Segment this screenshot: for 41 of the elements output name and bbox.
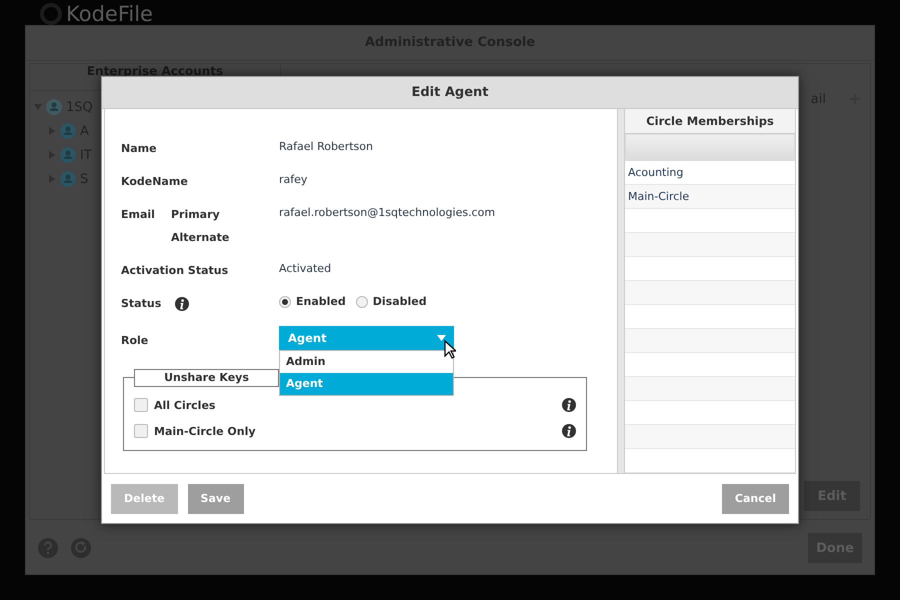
role-dropdown[interactable]: Agent: [279, 326, 454, 350]
field-label: Primary: [170, 208, 221, 221]
info-icon: [562, 424, 576, 438]
field-label: KodeName: [121, 175, 188, 188]
radio-button[interactable]: [279, 296, 291, 308]
radio-option[interactable]: Disabled: [356, 295, 427, 308]
menu-item[interactable]: Admin: [280, 351, 453, 373]
field-value: rafael.robertson@1sqtechnologies.com: [279, 206, 496, 219]
group-icon: [60, 123, 76, 139]
radio-label: Disabled: [372, 295, 427, 308]
field-label: Status: [121, 297, 162, 310]
checkbox-label: Main-Circle Only: [154, 424, 256, 438]
action-button[interactable]: Save: [188, 484, 244, 514]
field-label: Role: [121, 334, 148, 347]
checkbox[interactable]: [134, 398, 148, 412]
radio-button[interactable]: [356, 296, 368, 308]
field-label: Activation Status: [121, 264, 228, 277]
field-value: Activated: [279, 262, 332, 275]
logo-icon: [40, 3, 62, 25]
splitter[interactable]: [617, 109, 625, 473]
cancel-button[interactable]: Cancel: [722, 484, 789, 514]
group-icon: [60, 171, 76, 187]
logo: KodeFile: [66, 2, 153, 26]
group-icon: [60, 147, 76, 163]
checkbox[interactable]: [134, 424, 148, 438]
radio-label: Enabled: [296, 295, 346, 308]
info-icon: [562, 398, 576, 412]
field-label: Email: [121, 208, 155, 221]
panel-header: Circle Memberships: [625, 109, 795, 134]
field-label: Name: [121, 142, 157, 155]
group-legend: Unshare Keys: [134, 369, 279, 387]
checkbox-label: All Circles: [154, 398, 216, 412]
field-value: rafey: [279, 173, 308, 186]
list-item[interactable]: Main-Circle: [625, 185, 795, 209]
dialog-title: Edit Agent: [102, 77, 798, 109]
field-label: Alternate: [170, 231, 230, 244]
group-icon: [46, 99, 62, 115]
field-value: Rafael Robertson: [279, 140, 373, 153]
radio-option[interactable]: Enabled: [279, 295, 346, 308]
caret-icon: [437, 335, 446, 341]
menu-item[interactable]: Agent: [280, 373, 453, 395]
